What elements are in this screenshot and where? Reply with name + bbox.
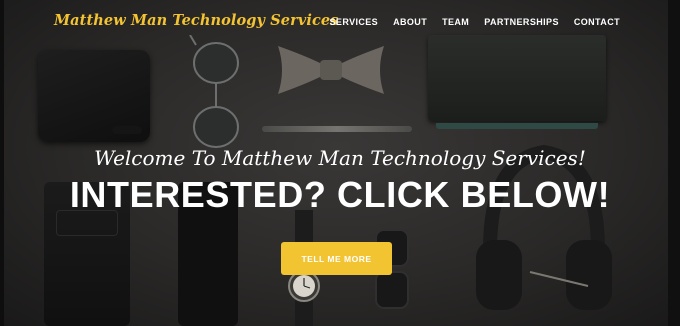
nav-link-services[interactable]: SERVICES — [330, 17, 379, 27]
nav-links: SERVICES ABOUT TEAM PARTNERSHIPS CONTACT — [330, 17, 620, 27]
wallet-image — [38, 50, 150, 142]
bowtie-image — [278, 46, 384, 94]
notebook-image — [428, 35, 606, 129]
hero-section: Matthew Man Technology Services SERVICES… — [0, 0, 680, 326]
sunglasses-image — [189, 35, 239, 148]
nav-link-about[interactable]: ABOUT — [393, 17, 427, 27]
nav-link-team[interactable]: TEAM — [442, 17, 469, 27]
nav-link-partnerships[interactable]: PARTNERSHIPS — [484, 17, 559, 27]
pen-image — [262, 126, 412, 132]
hero-heading: INTERESTED? CLICK BELOW! — [69, 174, 611, 215]
brand-logo-link[interactable]: Matthew Man Technology Services — [54, 12, 339, 29]
tell-me-more-button[interactable]: TELL ME MORE — [281, 242, 392, 275]
navbar: Matthew Man Technology Services SERVICES… — [0, 0, 680, 46]
hero-subheading: Welcome To Matthew Man Technology Servic… — [94, 146, 586, 170]
nav-link-contact[interactable]: CONTACT — [574, 17, 620, 27]
